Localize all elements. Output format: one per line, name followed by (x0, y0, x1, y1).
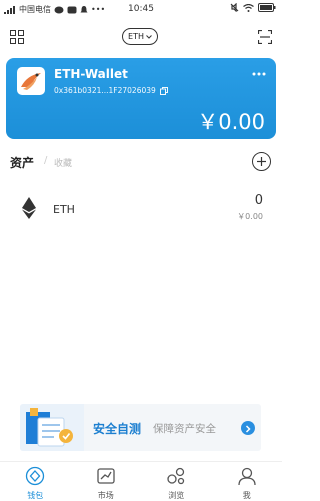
browse-icon (167, 467, 185, 485)
asset-row[interactable]: ETH 0 ￥0.00 (0, 190, 282, 228)
status-bar: 中国电信 ••• 10:45 (0, 0, 282, 18)
tab-assets[interactable]: 资产 (10, 154, 34, 171)
security-check-icon (20, 404, 84, 451)
asset-symbol: ETH (53, 203, 75, 216)
tab-profile-label: 我 (242, 491, 251, 500)
profile-icon (238, 467, 256, 486)
eth-icon (22, 197, 36, 219)
asset-value: ￥0.00 (237, 212, 263, 221)
tab-wallet-label: 钱包 (27, 491, 44, 500)
wifi-icon (243, 3, 254, 12)
wallet-logo (17, 67, 45, 95)
wallet-logo-icon (21, 73, 41, 90)
wallet-balance: ￥0.00 (197, 110, 265, 134)
tab-favorites[interactable]: 收藏 (54, 156, 72, 169)
tab-browse-label: 浏览 (168, 491, 185, 500)
wallet-icon (26, 466, 45, 486)
tab-wallet[interactable]: 钱包 (0, 462, 71, 501)
promo-arrow-button[interactable] (241, 421, 255, 435)
network-selector[interactable]: ETH (122, 28, 158, 45)
chevron-down-icon (146, 34, 152, 39)
status-right (230, 3, 276, 12)
bottom-tab-bar: 钱包 市场 浏览 我 (0, 461, 282, 501)
market-icon (97, 468, 115, 484)
battery-icon (258, 3, 276, 12)
tab-market-label: 市场 (97, 491, 114, 500)
more-options-icon[interactable] (252, 72, 266, 76)
tab-separator: / (44, 155, 48, 166)
chevron-right-icon (245, 425, 251, 433)
promo-title: 安全自测 (93, 422, 142, 436)
wallet-name: ETH-Wallet (54, 67, 128, 81)
promo-banner[interactable]: 安全自测 保障资产安全 (20, 404, 261, 451)
mute-icon (230, 3, 239, 12)
network-label: ETH (128, 32, 144, 41)
asset-amount: 0 (254, 193, 263, 208)
wallet-card[interactable]: ETH-Wallet 0x361b0321...1F27026039 ￥0.00 (6, 58, 276, 139)
tab-market[interactable]: 市场 (71, 462, 142, 501)
scan-icon[interactable] (258, 30, 272, 44)
tab-profile[interactable]: 我 (212, 462, 283, 501)
promo-subtitle: 保障资产安全 (153, 423, 216, 435)
copy-icon[interactable] (159, 86, 168, 95)
menu-icon[interactable] (10, 30, 24, 44)
wallet-address-text: 0x361b0321...1F27026039 (54, 86, 156, 95)
plus-icon (257, 157, 266, 166)
add-asset-button[interactable] (252, 152, 271, 171)
assets-header: 资产 / 收藏 (10, 152, 272, 172)
tab-browse[interactable]: 浏览 (141, 462, 212, 501)
top-bar: ETH (0, 24, 282, 50)
wallet-address: 0x361b0321...1F27026039 (54, 86, 168, 95)
